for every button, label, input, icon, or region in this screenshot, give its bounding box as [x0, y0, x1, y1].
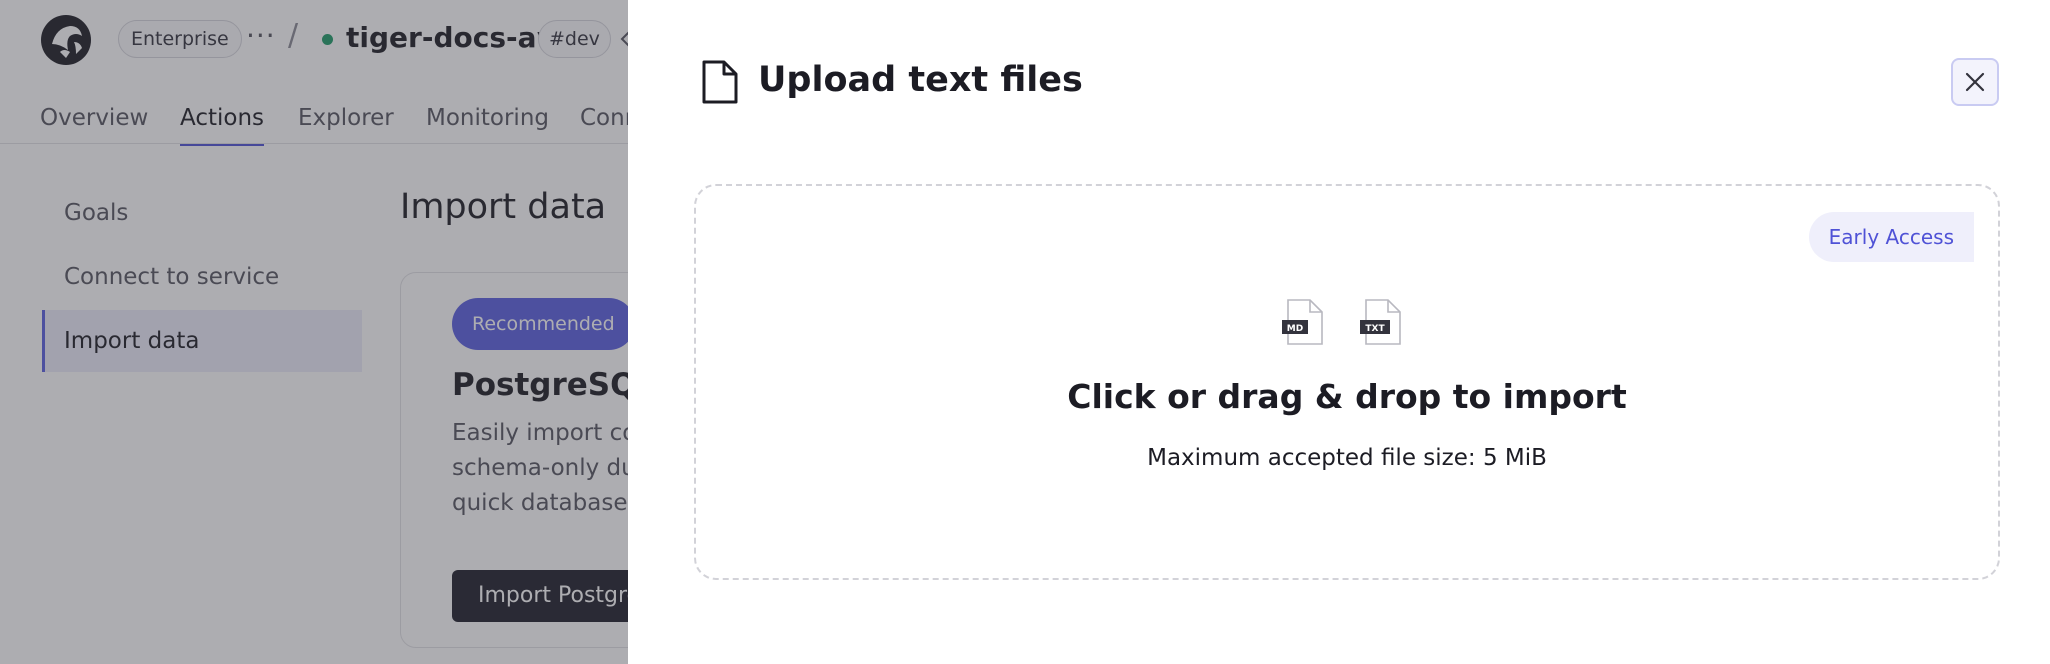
dropzone-subtitle: Maximum accepted file size: 5 MiB — [1147, 445, 1547, 471]
file-type-label: MD — [1287, 324, 1303, 334]
close-button[interactable] — [1951, 58, 1999, 106]
file-icon — [702, 60, 738, 104]
markdown-file-icon: MD — [1282, 299, 1323, 345]
file-type-label: TXT — [1365, 324, 1385, 334]
file-dropzone[interactable]: Early Access MD TXT Click or drag & drop… — [694, 184, 2000, 580]
close-icon — [1965, 72, 1985, 92]
early-access-badge: Early Access — [1808, 212, 1974, 262]
upload-drawer: Upload text files Early Access MD TXT Cl… — [628, 0, 2050, 664]
text-file-icon: TXT — [1360, 299, 1401, 345]
drawer-title: Upload text files — [758, 60, 1083, 100]
dropzone-title: Click or drag & drop to import — [1067, 377, 1627, 416]
